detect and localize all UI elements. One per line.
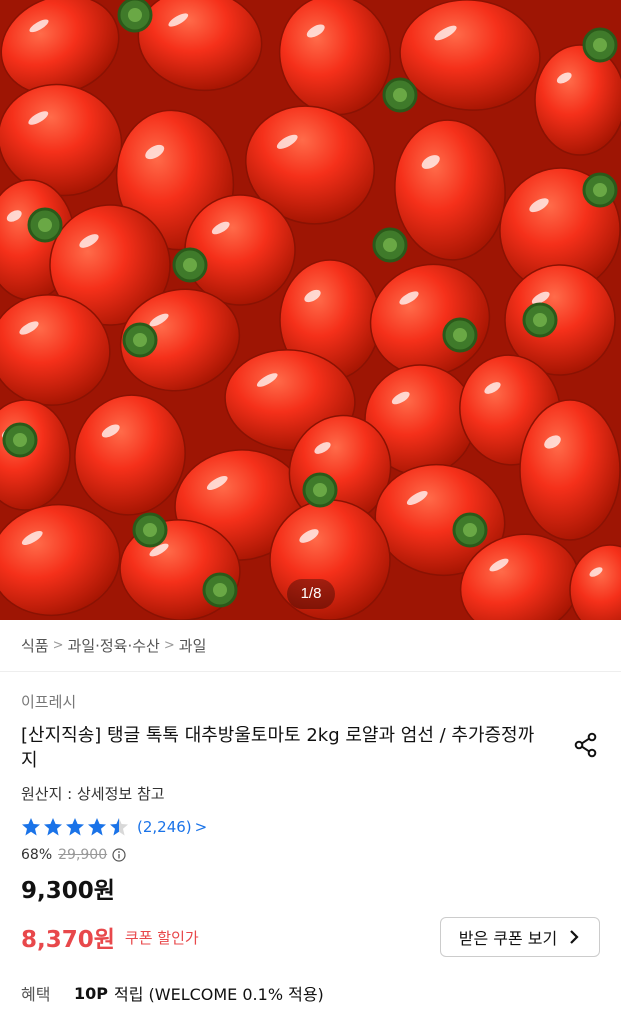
original-price: 29,900	[58, 847, 108, 863]
breadcrumb-item-fruit-meat-seafood[interactable]: 과일·정육·수산	[68, 635, 160, 656]
chevron-right-icon: >	[163, 638, 175, 653]
star-icon	[66, 818, 84, 836]
star-icon	[88, 818, 106, 836]
star-icon	[22, 818, 40, 836]
discount-row: 68% 29,900	[21, 847, 600, 863]
product-info: 이프레시 [산지직송] 탱글 톡톡 대추방울토마토 2kg 로얄과 엄선 / 추…	[0, 691, 621, 1005]
star-icon	[44, 818, 62, 836]
product-title: [산지직송] 탱글 톡톡 대추방울토마토 2kg 로얄과 엄선 / 추가증정까지	[21, 725, 535, 771]
info-circle-icon[interactable]	[112, 848, 126, 862]
share-icon	[574, 732, 597, 758]
view-coupons-label: 받은 쿠폰 보기	[458, 929, 558, 948]
benefit-label: 혜택	[21, 985, 51, 1004]
product-image-gallery[interactable]: 1/8	[0, 0, 621, 620]
rating-summary[interactable]: (2,246) >	[21, 816, 600, 838]
star-rating	[21, 817, 129, 837]
chevron-right-icon: >	[194, 818, 208, 836]
origin-info: 원산지 : 상세정보 참고	[21, 785, 165, 803]
chevron-right-icon	[570, 930, 579, 944]
discount-rate: 68%	[21, 847, 53, 863]
benefit-points: 10P	[74, 983, 108, 1003]
image-page-indicator: 1/8	[287, 579, 335, 609]
rating-count[interactable]: (2,246)	[137, 818, 192, 836]
benefit-description: 적립 (WELCOME 0.1% 적용)	[114, 985, 324, 1004]
breadcrumb-item-fruit[interactable]: 과일	[179, 635, 207, 656]
seller-name[interactable]: 이프레시	[21, 691, 600, 712]
star-icon	[110, 818, 128, 836]
sale-price: 9,300원	[21, 878, 115, 904]
chevron-right-icon: >	[52, 638, 64, 653]
coupon-price-label: 쿠폰 할인가	[124, 928, 199, 947]
view-coupons-button[interactable]: 받은 쿠폰 보기	[440, 917, 600, 957]
benefit-row: 혜택 10P 적립 (WELCOME 0.1% 적용)	[21, 981, 600, 1005]
breadcrumb-item-food[interactable]: 식품	[21, 635, 49, 656]
coupon-row: 8,370원 쿠폰 할인가 받은 쿠폰 보기	[21, 917, 600, 957]
coupon-price: 8,370원	[21, 927, 115, 953]
breadcrumb: 식품 > 과일·정육·수산 > 과일	[0, 620, 621, 672]
share-button[interactable]	[572, 731, 600, 759]
product-image	[0, 0, 621, 620]
